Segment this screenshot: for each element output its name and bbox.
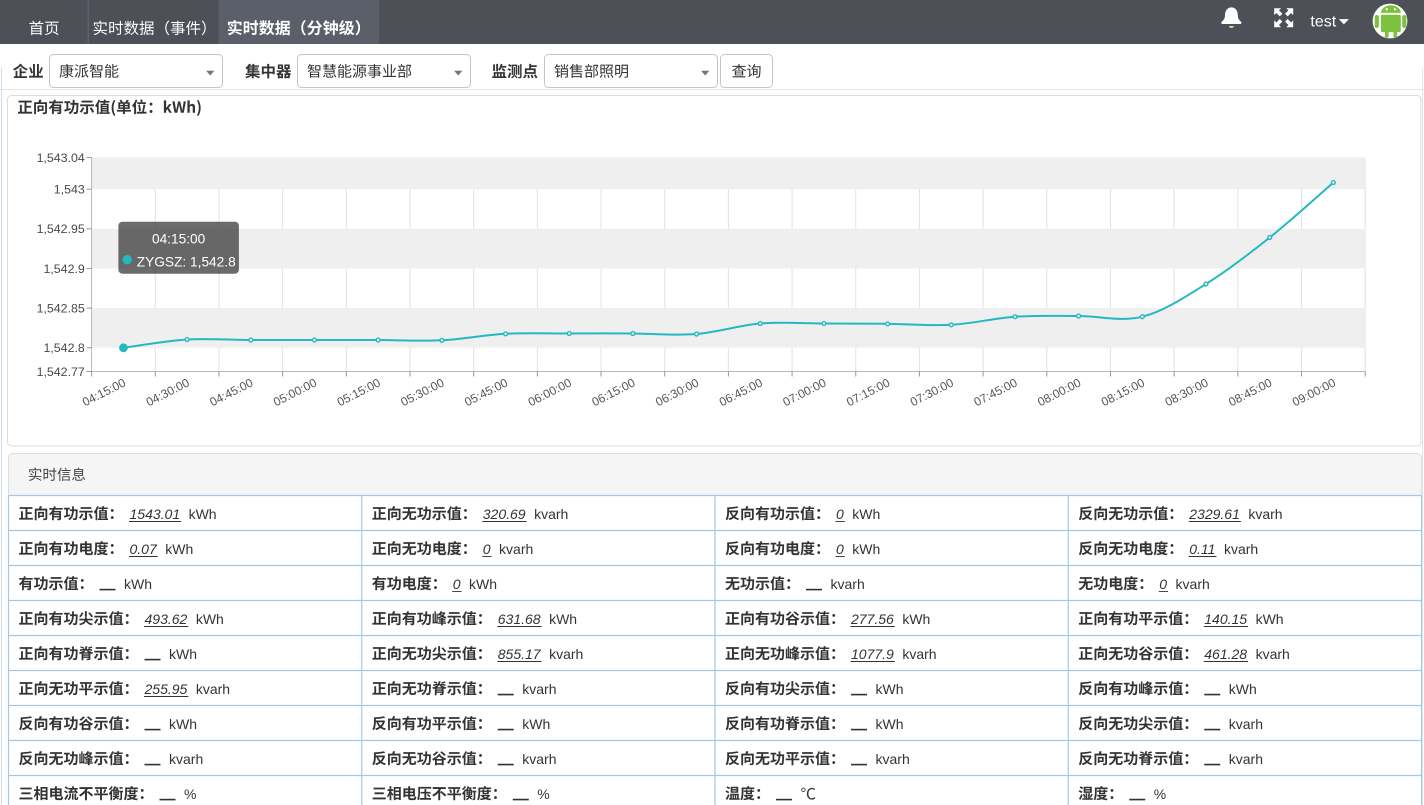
svg-text:kWh: kWh [196,611,224,627]
svg-text:255.95: 255.95 [144,681,188,697]
svg-text:461.28: 461.28 [1204,646,1247,662]
svg-text:0.07: 0.07 [130,541,158,557]
svg-text:kvarh: kvarh [1229,716,1263,732]
svg-text:0: 0 [836,506,844,522]
svg-text:kWh: kWh [549,611,577,627]
svg-text:1,542.77: 1,542.77 [37,365,85,379]
svg-text:kWh: kWh [1256,611,1284,627]
svg-text:493.62: 493.62 [145,611,188,627]
svg-text:kWh: kWh [124,576,152,592]
svg-text:kvarh: kvarh [876,751,910,767]
svg-text:1077.9: 1077.9 [851,646,894,662]
svg-text:kWh: kWh [522,716,550,732]
svg-text:kvarh: kvarh [1229,751,1263,767]
svg-text:kvarh: kvarh [169,751,203,767]
svg-text:kvarh: kvarh [902,646,936,662]
svg-text:04:15:00: 04:15:00 [152,231,206,246]
svg-text:1,543: 1,543 [54,183,85,197]
svg-text:kvarh: kvarh [522,681,556,697]
svg-text:855.17: 855.17 [498,646,542,662]
svg-text:ZYGSZ: 1,542.8: ZYGSZ: 1,542.8 [137,254,236,269]
svg-text:0: 0 [836,541,844,557]
svg-text:1543.01: 1543.01 [130,506,181,522]
svg-text:1,542.95: 1,542.95 [37,222,85,236]
svg-text:kWh: kWh [165,541,193,557]
svg-text:2329.61: 2329.61 [1188,506,1240,522]
svg-text:kvarh: kvarh [1256,646,1290,662]
svg-text:test: test [1310,14,1336,31]
svg-text:kWh: kWh [1229,681,1257,697]
svg-text:kWh: kWh [852,541,880,557]
svg-text:kWh: kWh [189,506,217,522]
svg-text:kWh: kWh [876,681,904,697]
svg-text:1,542.9: 1,542.9 [43,262,84,276]
svg-text:631.68: 631.68 [498,611,541,627]
svg-text:kvarh: kvarh [534,506,568,522]
svg-text:kWh: kWh [469,576,497,592]
svg-text:kWh: kWh [169,716,197,732]
svg-text:140.15: 140.15 [1204,611,1247,627]
svg-text:kvarh: kvarh [196,681,230,697]
svg-text:%: % [1154,786,1166,802]
svg-text:%: % [537,786,549,802]
svg-text:0: 0 [453,576,461,592]
svg-text:320.69: 320.69 [483,506,526,522]
svg-text:0: 0 [1159,576,1167,592]
svg-text:277.56: 277.56 [850,611,894,627]
svg-text:kvarh: kvarh [831,576,865,592]
svg-text:kvarh: kvarh [499,541,533,557]
svg-text:kWh: kWh [902,611,930,627]
svg-text:1,543.04: 1,543.04 [37,151,85,165]
svg-text:kvarh: kvarh [1224,541,1258,557]
svg-text:1,542.8: 1,542.8 [43,341,84,355]
svg-text:1,542.85: 1,542.85 [37,301,85,315]
svg-text:kvarh: kvarh [522,751,556,767]
svg-text:kvarh: kvarh [1248,506,1282,522]
svg-text:kWh: kWh [169,646,197,662]
svg-text:%: % [184,786,196,802]
svg-text:0: 0 [483,541,491,557]
svg-text:kWh: kWh [876,716,904,732]
svg-text:kvarh: kvarh [549,646,583,662]
svg-text:kWh: kWh [852,506,880,522]
svg-text:0.11: 0.11 [1189,541,1215,557]
svg-text:kvarh: kvarh [1176,576,1210,592]
